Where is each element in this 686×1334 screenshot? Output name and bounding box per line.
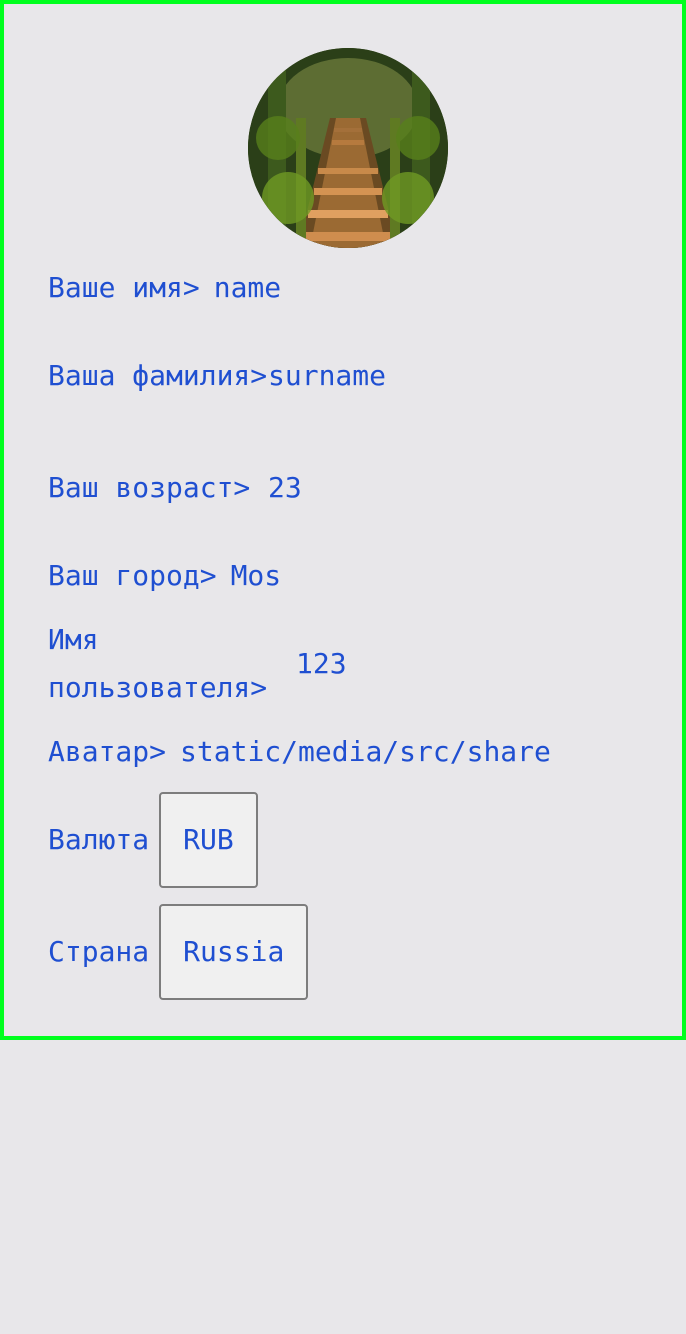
city-label: Ваш город> [48, 559, 217, 592]
surname-row: Ваша фамилия> surname [48, 328, 386, 424]
name-label: Ваше имя> [48, 271, 200, 304]
country-select[interactable]: Russia [159, 904, 309, 1000]
avatar-path-value: static/media/src/share [180, 735, 551, 768]
currency-select[interactable]: RUB [159, 792, 258, 888]
country-row: Страна Russia [48, 904, 309, 1000]
profile-card: Ваше имя> name Ваша фамилия> surname Ваш… [0, 0, 686, 1040]
username-row: Имя пользователя> 123 [48, 616, 347, 712]
surname-value: surname [268, 359, 387, 392]
city-row: Ваш город> Mos [48, 552, 281, 600]
name-value: name [213, 271, 282, 304]
currency-label: Валюта [48, 823, 150, 856]
country-label: Страна [48, 935, 150, 968]
forest-bridge-image [248, 48, 448, 248]
avatar-path-label: Аватар> [48, 735, 167, 768]
username-value: 123 [296, 647, 347, 680]
currency-row: Валюта RUB [48, 792, 258, 888]
city-value: Mos [230, 559, 282, 592]
age-value: 23 [268, 471, 302, 504]
username-label: Имя пользователя> [48, 623, 268, 704]
currency-value: RUB [183, 823, 234, 856]
avatar-path-row: Аватар> static/media/src/share [48, 728, 560, 776]
surname-label: Ваша фамилия> [48, 359, 268, 392]
avatar[interactable] [248, 48, 448, 248]
country-value: Russia [183, 935, 285, 968]
age-row: Ваш возраст> 23 [48, 440, 302, 536]
name-row: Ваше имя> name [48, 264, 281, 312]
age-label: Ваш возраст> [48, 471, 251, 504]
